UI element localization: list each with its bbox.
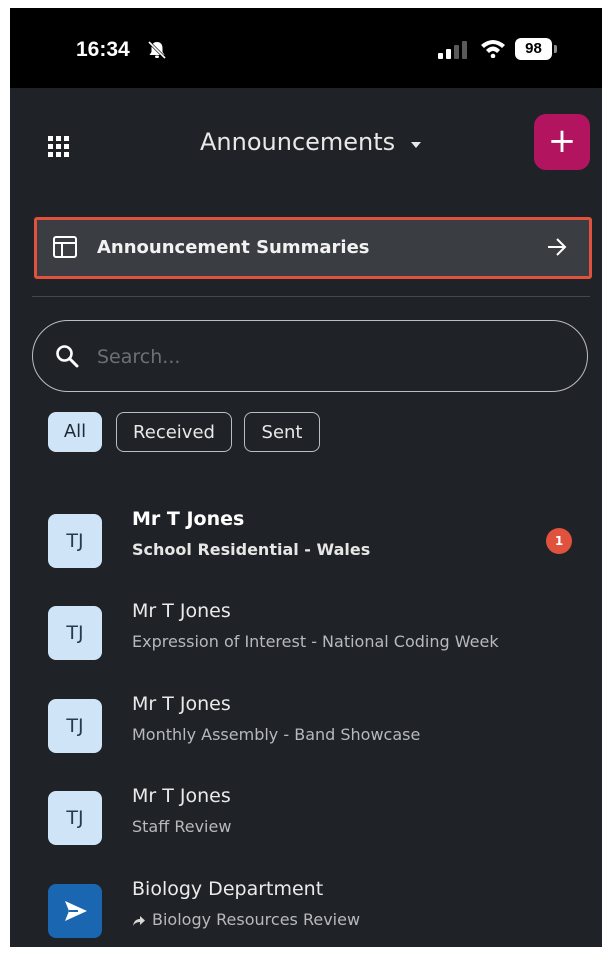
announcement-subject: Biology Resources Review	[152, 910, 361, 929]
battery-level: 98	[515, 38, 552, 60]
send-icon	[65, 901, 87, 921]
announcement-item[interactable]: TJ Mr T Jones School Residential - Wales…	[10, 502, 602, 594]
app-header: Announcements +	[10, 90, 602, 200]
status-bar: 16:34 98	[10, 8, 602, 88]
add-announcement-button[interactable]: +	[534, 114, 590, 170]
avatar: TJ	[48, 791, 102, 845]
announcement-item[interactable]: TJ Mr T Jones Expression of Interest - N…	[10, 594, 602, 686]
apps-grid-icon[interactable]	[48, 136, 70, 158]
filter-received[interactable]: Received	[116, 412, 232, 452]
announcement-subject: School Residential - Wales	[132, 540, 371, 559]
page-title-dropdown[interactable]: Announcements	[200, 128, 395, 156]
filter-sent[interactable]: Sent	[244, 412, 320, 452]
avatar: TJ	[48, 699, 102, 753]
search-input[interactable]	[95, 339, 559, 375]
announcement-subject-line: Biology Resources Review	[132, 910, 360, 929]
announcement-summaries-button[interactable]: Announcement Summaries	[34, 217, 592, 279]
summaries-label: Announcement Summaries	[97, 237, 370, 258]
announcement-sender: Mr T Jones	[132, 693, 231, 715]
announcement-item[interactable]: TJ Mr T Jones Monthly Assembly - Band Sh…	[10, 687, 602, 779]
announcement-sender: Mr T Jones	[132, 785, 231, 807]
avatar: TJ	[48, 606, 102, 660]
search-icon	[56, 345, 79, 368]
announcement-subject: Staff Review	[132, 817, 232, 836]
announcement-subject: Expression of Interest - National Coding…	[132, 632, 499, 651]
unread-badge: 1	[546, 528, 572, 554]
phone-screen: 16:34 98 Announcements + Announcement Su…	[10, 8, 602, 947]
avatar: TJ	[48, 514, 102, 568]
announcement-sender: Mr T Jones	[132, 600, 231, 622]
announcement-item[interactable]: Biology Department Biology Resources Rev…	[10, 872, 602, 947]
search-box[interactable]	[32, 320, 588, 392]
caret-down-icon[interactable]	[411, 142, 421, 148]
announcement-subject: Monthly Assembly - Band Showcase	[132, 725, 421, 744]
avatar	[48, 884, 102, 938]
signal-icon	[438, 41, 467, 59]
announcement-item[interactable]: TJ Mr T Jones Staff Review	[10, 779, 602, 871]
announcement-sender: Mr T Jones	[132, 508, 245, 530]
bell-muted-icon	[147, 40, 167, 60]
status-time: 16:34	[76, 38, 130, 61]
battery-tip	[554, 45, 557, 53]
announcement-sender: Biology Department	[132, 878, 324, 900]
forward-arrow-icon	[133, 915, 145, 926]
divider	[32, 296, 590, 297]
filter-all[interactable]: All	[48, 412, 102, 452]
wifi-icon	[481, 40, 505, 58]
table-icon	[53, 236, 77, 258]
arrow-right-icon	[548, 238, 567, 256]
